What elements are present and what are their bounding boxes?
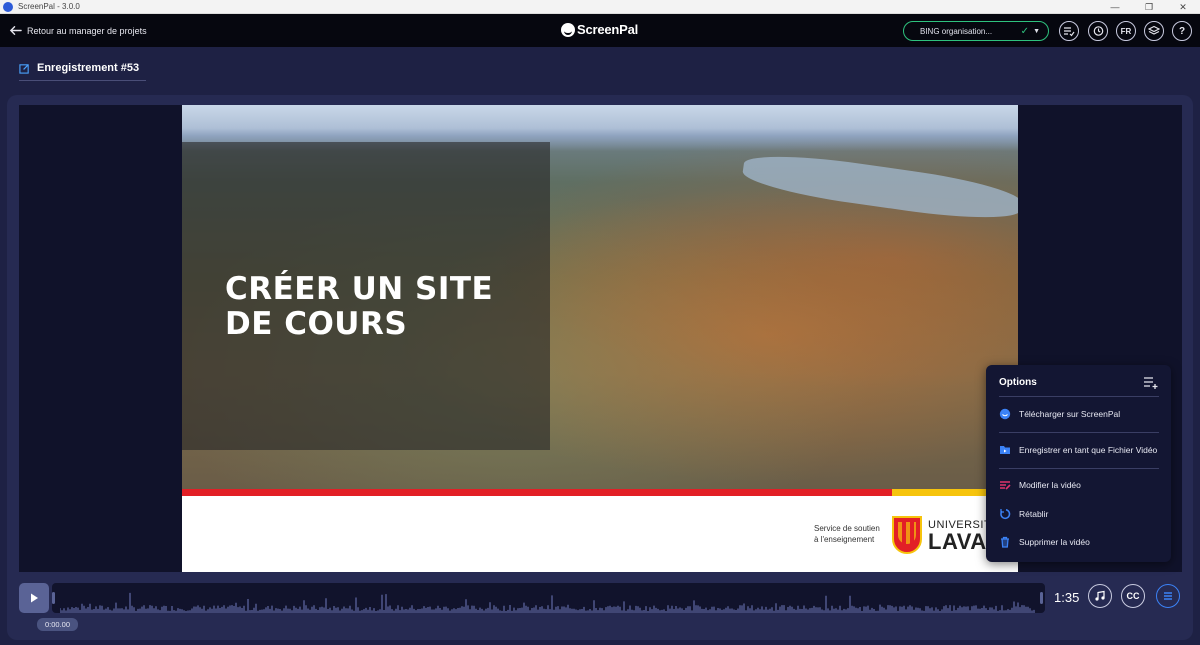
history-icon bbox=[1093, 26, 1104, 36]
restore-item[interactable]: Rétablir bbox=[999, 505, 1159, 523]
restore-label: Rétablir bbox=[1019, 509, 1049, 519]
university-crest-icon bbox=[892, 516, 922, 554]
edit-video-item[interactable]: Modifier la vidéo bbox=[999, 476, 1159, 494]
timeline-start-handle[interactable] bbox=[52, 592, 55, 604]
project-title-area[interactable]: Enregistrement #53 bbox=[19, 62, 139, 74]
layers-button[interactable] bbox=[1144, 21, 1164, 41]
check-icon: ✓ bbox=[1020, 25, 1030, 37]
play-button[interactable] bbox=[19, 583, 49, 613]
edit-video-label: Modifier la vidéo bbox=[1019, 480, 1081, 490]
brand-name: ScreenPal bbox=[577, 22, 639, 37]
playlist-check-button[interactable] bbox=[1059, 21, 1079, 41]
app-header: Retour au manager de projets ScreenPal B… bbox=[0, 14, 1200, 47]
video-title-text: CRÉER UN SITE DE COURS bbox=[225, 271, 494, 342]
department-line1: Service de soutien bbox=[814, 524, 880, 533]
save-video-file-label: Enregistrer en tant que Fichier Vidéo bbox=[1019, 445, 1158, 455]
arrow-left-icon bbox=[9, 26, 22, 35]
department-line2: à l'enseignement bbox=[814, 535, 875, 544]
smile-logo-icon bbox=[561, 22, 575, 37]
os-title-bar: ScreenPal - 3.0.0 — ❐ ✕ bbox=[0, 0, 1200, 14]
delete-video-item[interactable]: Supprimer la vidéo bbox=[999, 533, 1159, 551]
chevron-down-icon: ▼ bbox=[1033, 27, 1040, 35]
help-button[interactable]: ? bbox=[1172, 21, 1192, 41]
audio-waveform bbox=[60, 592, 1035, 613]
window-controls: — ❐ ✕ bbox=[1098, 0, 1200, 14]
add-to-list-icon[interactable] bbox=[1143, 374, 1159, 390]
screenpal-upload-icon bbox=[999, 408, 1011, 420]
department-label: Service de soutien à l'enseignement bbox=[814, 523, 880, 545]
current-time-badge: 0:00.00 bbox=[37, 618, 78, 631]
maximize-button[interactable]: ❐ bbox=[1132, 0, 1166, 14]
red-stripe bbox=[182, 489, 892, 496]
brand-logo: ScreenPal bbox=[561, 22, 638, 37]
organisation-select[interactable]: BING organisation... ✓ ▼ bbox=[903, 21, 1049, 41]
music-note-icon bbox=[1095, 590, 1105, 601]
menu-icon bbox=[1164, 592, 1172, 600]
captions-button[interactable]: CC bbox=[1121, 584, 1145, 608]
screenpal-app-icon bbox=[3, 1, 13, 12]
project-title: Enregistrement #53 bbox=[37, 62, 140, 74]
play-icon bbox=[31, 593, 38, 603]
duration-label: 1:35 bbox=[1054, 590, 1080, 605]
options-divider bbox=[999, 468, 1159, 469]
close-window-button[interactable]: ✕ bbox=[1166, 0, 1200, 14]
restore-icon bbox=[1000, 509, 1011, 520]
history-button[interactable] bbox=[1088, 21, 1108, 41]
project-title-underline bbox=[19, 80, 146, 81]
trash-icon bbox=[1001, 536, 1009, 548]
upload-screenpal-item[interactable]: Télécharger sur ScreenPal bbox=[999, 405, 1159, 423]
options-menu: Options Télécharger sur ScreenPal Enregi… bbox=[986, 365, 1171, 562]
save-file-icon bbox=[1000, 446, 1010, 454]
options-header: Options bbox=[999, 377, 1037, 388]
edit-icon bbox=[19, 63, 29, 74]
layers-icon bbox=[1148, 25, 1160, 35]
minimize-button[interactable]: — bbox=[1098, 0, 1132, 14]
waveform-bars bbox=[60, 592, 1035, 613]
video-preview[interactable]: CRÉER UN SITE DE COURS Service de soutie… bbox=[182, 105, 1018, 572]
upload-screenpal-label: Télécharger sur ScreenPal bbox=[1019, 409, 1121, 419]
edit-video-icon bbox=[1000, 481, 1011, 490]
back-to-projects-button[interactable]: Retour au manager de projets bbox=[9, 24, 147, 37]
timeline-track[interactable] bbox=[52, 583, 1045, 613]
options-divider bbox=[999, 432, 1159, 433]
playlist-check-icon bbox=[1064, 27, 1075, 37]
language-button[interactable]: FR bbox=[1116, 21, 1136, 41]
delete-video-label: Supprimer la vidéo bbox=[1019, 537, 1090, 547]
save-video-file-item[interactable]: Enregistrer en tant que Fichier Vidéo bbox=[999, 441, 1159, 459]
help-icon: ? bbox=[1178, 25, 1186, 37]
options-divider bbox=[999, 396, 1159, 397]
back-label: Retour au manager de projets bbox=[27, 25, 147, 36]
music-button[interactable] bbox=[1088, 584, 1112, 608]
organisation-label: BING organisation... bbox=[920, 26, 993, 36]
window-title: ScreenPal - 3.0.0 bbox=[18, 2, 80, 11]
timeline-end-handle[interactable] bbox=[1040, 592, 1043, 604]
menu-button[interactable] bbox=[1156, 584, 1180, 608]
